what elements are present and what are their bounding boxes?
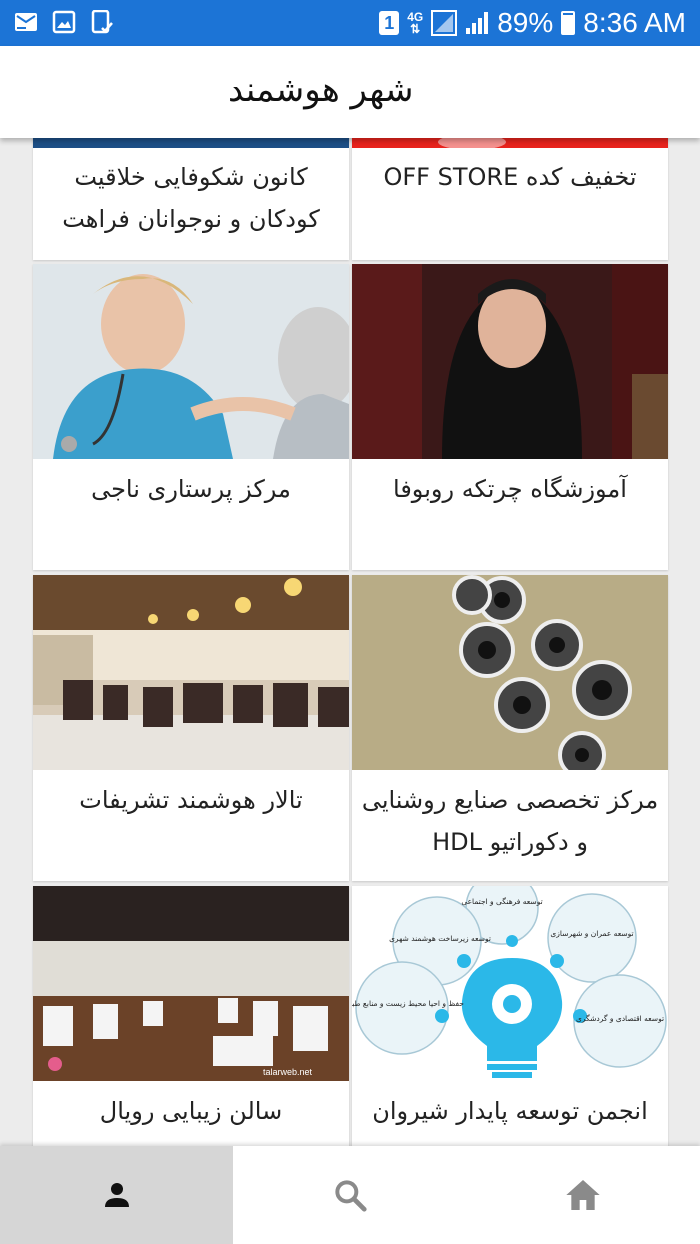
infographic-label: حفظ و احیا محیط زیست و منابع طبیعی [352,999,464,1008]
person-icon [104,1183,129,1207]
status-bar: 1 4G ⇅ 89% 8:36 AM [0,0,700,46]
infographic-label: توسعه عمران و شهرسازی [550,929,633,938]
card-image [33,138,349,148]
card-image [352,264,668,459]
image-icon [52,10,76,34]
nav-home[interactable] [466,1146,700,1244]
card-image: توسعه فرهنگی و اجتماعی توسعه زیرساخت هوش… [352,886,668,1081]
card-title: مرکز تخصصی صنایع روشنایی و دکوراتیو HDL [361,786,659,856]
card-title: آموزشگاه چرتکه روبوفا [393,475,627,503]
card-title: انجمن توسعه پایدار شیروان [372,1097,648,1125]
card-hdl[interactable]: مرکز تخصصی صنایع روشنایی و دکوراتیو HDL [352,575,668,881]
search-icon [334,1180,367,1212]
card-title: تالار هوشمند تشریفات [79,786,303,814]
card-title: سالن زیبایی رویال [99,1097,283,1125]
signal-icon-1 [431,10,458,36]
home-icon [566,1180,600,1210]
card-naji[interactable]: مرکز پرستاری ناجی [33,264,349,570]
card-title: تخفیف کده OFF STORE [383,163,637,191]
card-shirvan[interactable]: توسعه فرهنگی و اجتماعی توسعه زیرساخت هوش… [352,886,668,1146]
page-title: شهر هوشمند [228,70,414,110]
battery-icon [561,11,576,35]
card-robofa[interactable]: آموزشگاه چرتکه روبوفا [352,264,668,570]
portrait-image [352,264,668,459]
card-offstore[interactable]: تخفیف کده OFF STORE [352,138,668,260]
card-title: مرکز پرستاری ناجی [91,475,291,503]
card-image [352,575,668,770]
signal-icon-2 [466,12,489,34]
card-image [33,575,349,770]
data-arrows-icon: ⇅ [410,22,421,36]
clipboard-check-icon [91,10,113,34]
card-farahat[interactable]: کانون شکوفایی خلاقیت کودکان و نوجوانان ف… [33,138,349,260]
battery-percent: 89% [497,7,554,38]
infographic-label: توسعه زیرساخت هوشمند شهری [389,934,491,943]
lights-image [352,575,668,770]
clock: 8:36 AM [583,7,686,38]
watermark-text: talarweb.net [263,1067,313,1077]
card-image: talarweb.net [33,886,349,1081]
nav-profile[interactable] [0,1146,233,1244]
nurse-image [33,264,349,459]
farahat-image [33,138,349,148]
card-image [33,264,349,459]
infographic-image: توسعه فرهنگی و اجتماعی توسعه زیرساخت هوش… [352,886,668,1081]
infographic-label: توسعه فرهنگی و اجتماعی [461,897,542,906]
card-image [352,138,668,148]
offstore-image [352,138,668,148]
salon-image: talarweb.net [33,886,349,1081]
card-title: کانون شکوفایی خلاقیت کودکان و نوجوانان ف… [62,163,320,233]
bottom-navigation [0,1146,700,1244]
hall-image [33,575,349,770]
card-royal[interactable]: talarweb.net سالن زیبایی رویال [33,886,349,1146]
app-bar: شهر هوشمند [0,46,700,138]
infographic-label: توسعه اقتصادی و گردشگری [576,1014,664,1023]
card-tashrifat[interactable]: تالار هوشمند تشریفات [33,575,349,881]
sim-indicator: 1 [379,11,400,35]
nav-search[interactable] [233,1146,466,1244]
card-grid[interactable]: کانون شکوفایی خلاقیت کودکان و نوجوانان ف… [0,138,700,1146]
mail-warning-icon [15,13,37,31]
network-indicator: 4G ⇅ [407,10,424,36]
